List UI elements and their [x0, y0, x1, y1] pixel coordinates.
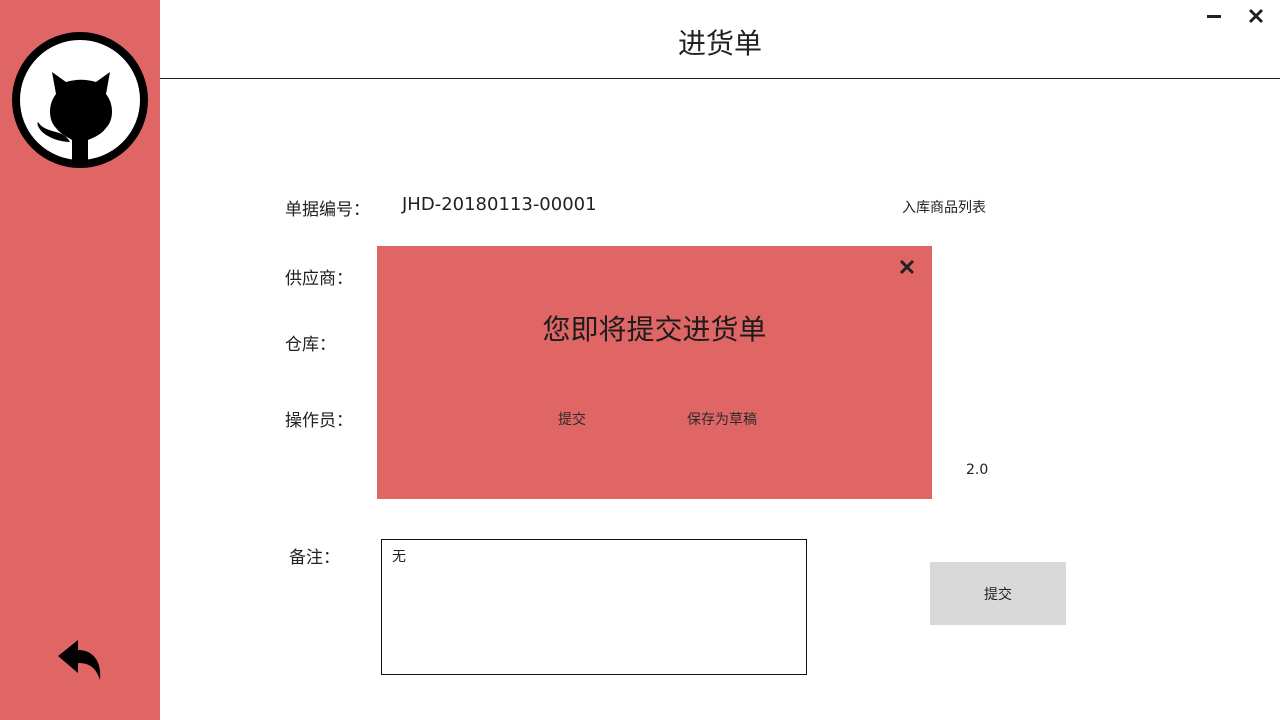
remark-label: 备注：	[289, 548, 340, 568]
item-list-link[interactable]: 入库商品列表	[902, 197, 986, 217]
app-window: 进货单 单据编号： JHD-20180113-00001 入库商品列表 供应商：…	[0, 0, 1280, 720]
remark-textarea[interactable]: 无	[381, 539, 807, 675]
submit-button[interactable]: 提交	[930, 562, 1066, 625]
dialog-title: 您即将提交进货单	[542, 313, 767, 346]
total-value: 2.0	[966, 462, 989, 478]
back-arrow-icon[interactable]	[56, 636, 104, 682]
doc-number-value: JHD-20180113-00001	[402, 194, 597, 215]
save-draft-button[interactable]: 保存为草稿	[687, 409, 757, 429]
page-title: 进货单	[677, 27, 762, 60]
dialog-submit-button[interactable]: 提交	[558, 409, 586, 429]
confirm-dialog: 您即将提交进货单 提交 保存为草稿	[377, 246, 932, 499]
close-icon[interactable]	[896, 256, 918, 278]
github-octocat-icon[interactable]	[12, 32, 148, 168]
header-divider	[160, 78, 1280, 79]
sidebar	[0, 0, 160, 720]
doc-number-label: 单据编号：	[285, 200, 370, 220]
supplier-label: 供应商：	[285, 269, 353, 289]
warehouse-label: 仓库：	[285, 335, 336, 355]
operator-label: 操作员：	[285, 411, 353, 431]
